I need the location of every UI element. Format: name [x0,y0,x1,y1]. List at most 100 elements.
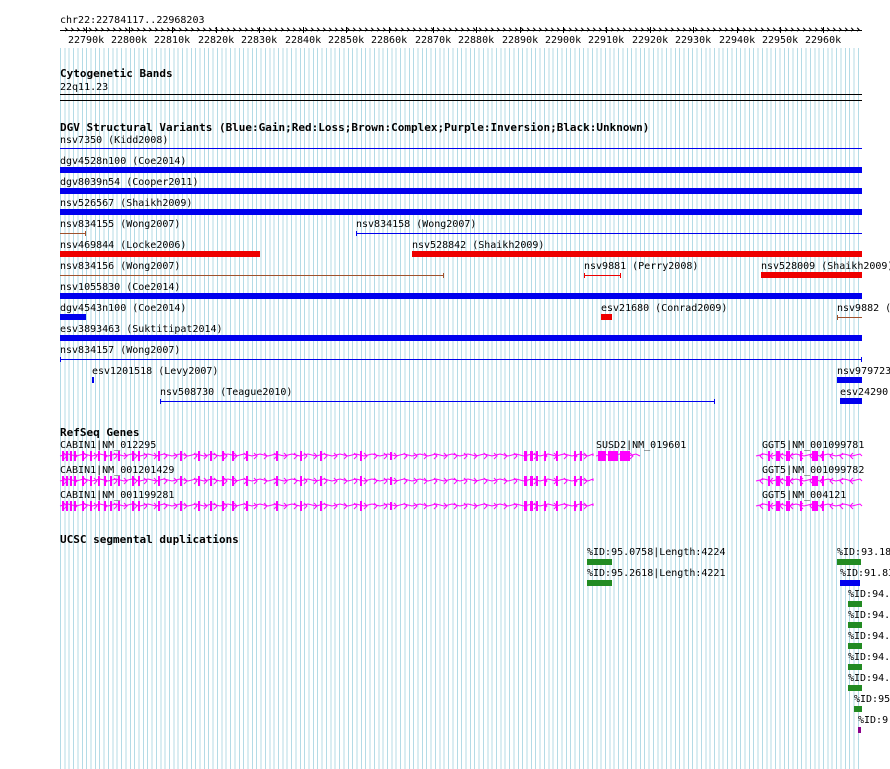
segdup-label: %ID:94. [848,631,890,642]
gene-exon [360,451,362,461]
gene-exon [138,451,140,461]
gene-strand-arrow [163,502,168,510]
gene-exon [544,476,546,486]
gene-exon [232,451,234,461]
gene-strand-arrow [423,502,428,510]
gene-strand-arrow [83,502,88,510]
gene-exon [62,501,64,511]
segdup-feature[interactable] [848,664,862,670]
segdup-feature[interactable] [848,622,862,628]
segdup-feature[interactable] [848,643,862,649]
gene-strand-arrow [423,477,428,485]
gene-exon [210,476,212,486]
track-title-segdups: UCSC segmental duplications [60,533,239,546]
gene-strand-arrow [413,502,418,510]
gene-exon [300,451,302,461]
gene-exon [222,451,224,461]
gene-strand-arrow [333,452,338,460]
gene-exon [812,451,818,461]
segdup-label: %ID:94. [848,589,890,600]
gene-exon [198,476,200,486]
gene-strand-arrow [759,452,764,460]
gene-exon [812,501,818,511]
gene-strand-arrow [503,452,508,460]
gene-exon [574,451,576,461]
gene-models [59,451,863,511]
gene-strand-arrow [323,502,328,510]
gene-exon [198,451,200,461]
gene-exon [138,501,140,511]
gene-exon [70,451,72,461]
gene-strand-arrow [503,502,508,510]
gene-strand-arrow [183,477,188,485]
segdup-feature[interactable] [858,727,861,733]
segdup-feature[interactable] [587,559,612,565]
gene-exon [210,451,212,461]
segdup-feature[interactable] [837,559,861,565]
gene-exon [390,452,392,460]
gene-exon [90,501,92,511]
gene-strand-arrow [839,452,844,460]
segdup-feature[interactable] [848,601,862,607]
gene-exon [104,451,106,461]
segdup-label: %ID:94. [848,652,890,663]
gene-strand-arrow [583,477,588,485]
gene-exon [580,501,582,511]
gene-exon [232,476,234,486]
gene-strand-arrow [759,502,764,510]
gene-exon [82,501,84,511]
gene-exon [812,476,818,486]
segdup-label: %ID:9 [858,715,889,726]
gene-strand-arrow [839,502,844,510]
gene-exon [74,501,76,511]
gene-exon [90,476,92,486]
gene-exon [158,501,160,511]
gene-exon [822,476,824,486]
segdup-feature[interactable] [587,580,612,586]
gene-strand-arrow [483,452,488,460]
gene-exon [320,451,322,461]
gene-exon [620,451,630,461]
gene-strand-arrow [173,452,178,460]
gene-exon [222,476,224,486]
segdup-feature[interactable] [840,580,860,586]
gene-strand-arrow [373,452,378,460]
gene-exon [110,501,112,511]
gene-exon [104,501,106,511]
gene-strand-arrow [263,477,268,485]
gene-strand-arrow [373,477,378,485]
gene-strand-arrow [323,452,328,460]
gene-strand-arrow [323,477,328,485]
gene-strand-arrow [563,452,568,460]
gene-strand-arrow [133,477,138,485]
gene-strand-arrow [403,477,408,485]
gene-strand-arrow [173,502,178,510]
gene-strand-arrow [133,452,138,460]
segdup-feature[interactable] [848,685,862,691]
gene-strand-arrow [183,452,188,460]
gene-strand-arrow [503,477,508,485]
gene-strand-arrow [253,502,258,510]
gene-exon [158,451,160,461]
segdup-feature[interactable] [854,706,862,712]
gene-exon [118,451,120,461]
gene-strand-arrow [173,477,178,485]
gene-strand-arrow [453,452,458,460]
gene-strand-arrow [629,452,634,460]
gene-exon [62,451,64,461]
gene-strand-arrow [293,502,298,510]
gene-exon [530,451,533,461]
gene-exon [74,451,76,461]
segdup-label: %ID:94. [848,610,890,621]
gene-exon [574,501,576,511]
gene-exon [180,476,182,486]
gene-strand-arrow [493,477,498,485]
segdup-label: %ID:95.0758|Length:4224 [587,547,726,558]
gene-strand-arrow [453,502,458,510]
gene-strand-arrow [343,477,348,485]
gene-exon [90,451,92,461]
gene-strand-arrow [343,502,348,510]
gene-strand-arrow [403,502,408,510]
gene-exon [544,451,546,461]
gene-strand-arrow [163,452,168,460]
